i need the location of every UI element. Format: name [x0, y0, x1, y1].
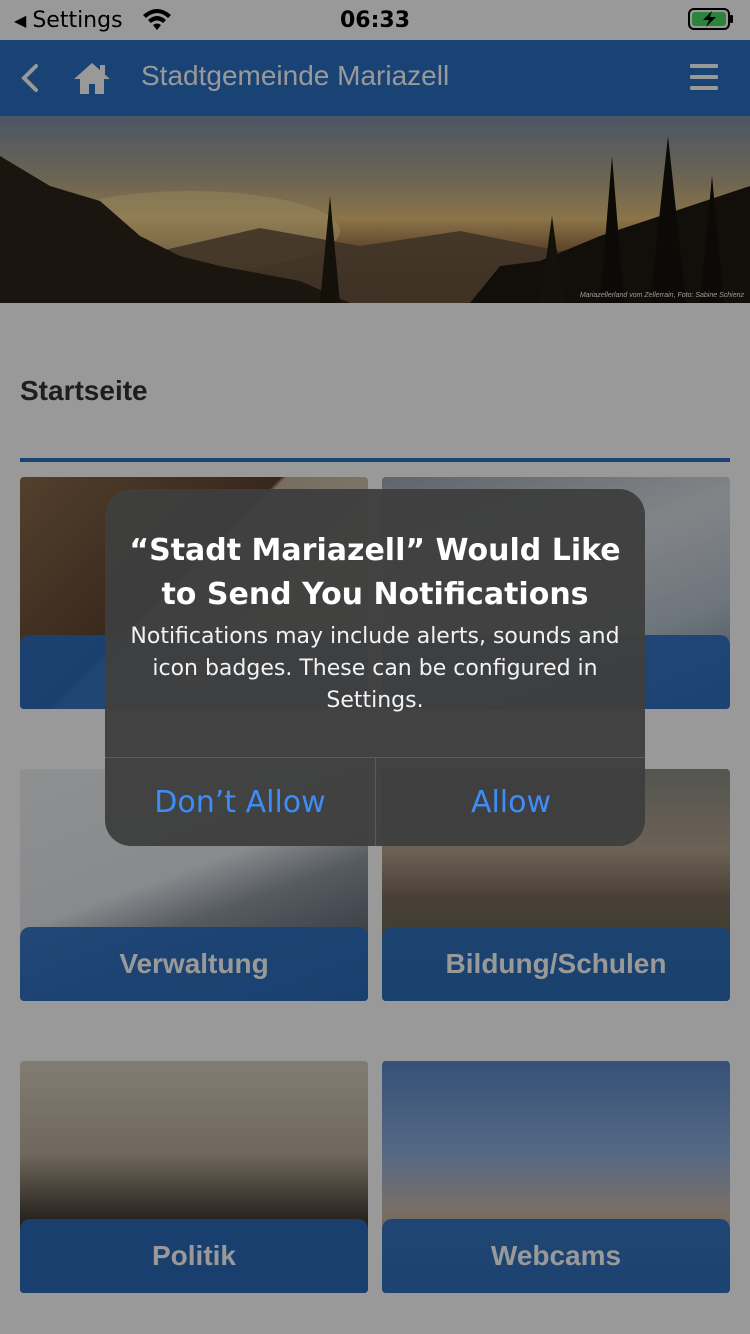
allow-button[interactable]: Allow	[376, 758, 645, 846]
alert-message: Notifications may include alerts, sounds…	[130, 624, 620, 713]
notification-permission-alert: “Stadt Mariazell” Would Like to Send You…	[105, 489, 645, 846]
alert-title: “Stadt Mariazell” Would Like to Send You…	[129, 533, 621, 612]
dont-allow-button[interactable]: Don’t Allow	[105, 758, 375, 846]
